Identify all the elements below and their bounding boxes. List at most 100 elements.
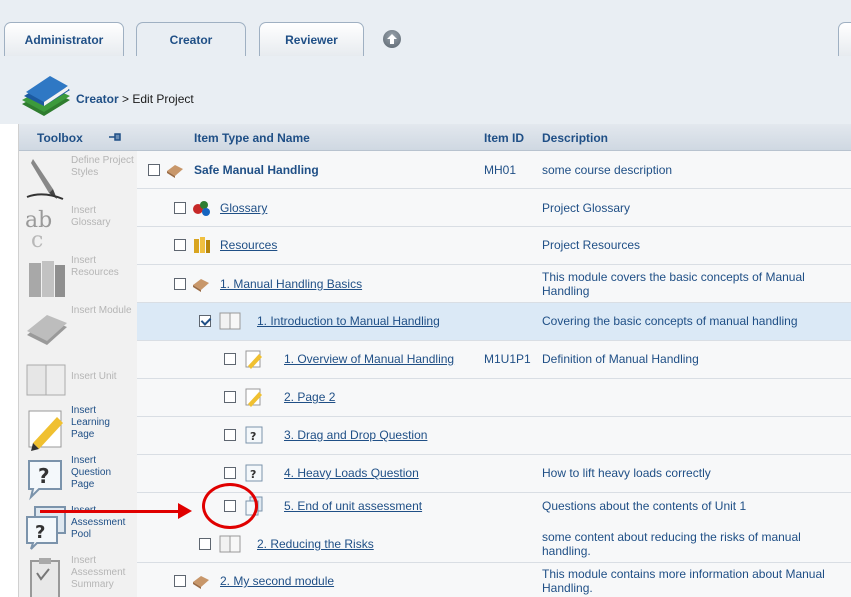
tool-label: Insert Resources [71,255,119,278]
table-row[interactable]: Safe Manual Handling MH01 some course de… [137,151,851,189]
row-checkbox[interactable] [199,315,211,327]
row-checkbox[interactable] [174,278,186,290]
unit-icon [219,312,241,330]
row-description: This module contains more information ab… [542,567,825,595]
tab-extra[interactable] [838,22,851,56]
resources-icon [194,237,210,253]
column-header-id[interactable]: Item ID [484,131,524,145]
row-checkbox[interactable] [148,164,160,176]
tool-label: Insert Glossary [71,205,111,228]
row-checkbox[interactable] [174,239,186,251]
tab-administrator[interactable]: Administrator [4,22,124,56]
table-header: Item Type and Name Item ID Description [137,124,851,151]
up-arrow-icon[interactable] [383,30,401,48]
table-row[interactable]: 2. Page 2 [137,379,851,417]
row-name-link[interactable]: 4. Heavy Loads Question [284,466,419,480]
tab-reviewer[interactable]: Reviewer [259,22,364,56]
breadcrumb-separator: > [118,92,133,106]
tool-label: Define Project Styles [71,155,134,178]
annotation-arrow-head [178,503,192,519]
row-checkbox[interactable] [224,353,236,365]
question-page-icon: ? [245,426,263,444]
tool-label: Insert Question Page [71,455,112,490]
clipboard-icon [30,558,60,597]
books-logo-icon [22,76,70,116]
tool-insert-learning-page[interactable]: Insert Learning Page [19,401,137,451]
row-checkbox[interactable] [174,575,186,587]
open-book-icon [26,364,66,396]
table-row[interactable]: Resources Project Resources [137,227,851,265]
row-name-link[interactable]: 2. My second module [220,574,334,588]
module-icon [193,279,209,292]
table-row[interactable]: 2. Reducing the Risks some content about… [137,525,851,563]
row-checkbox[interactable] [199,538,211,550]
tool-insert-assessment-pool[interactable]: ? Insert Assessment Pool [19,501,137,551]
pen-nib-icon [26,159,64,200]
row-checkbox[interactable] [224,429,236,441]
breadcrumb-section[interactable]: Creator [76,92,119,106]
row-checkbox[interactable] [174,202,186,214]
tool-label: Insert Unit [71,371,117,382]
tool-label: Insert Learning Page [71,405,110,440]
row-name-link[interactable]: Glossary [220,201,267,215]
tool-insert-module: Insert Module [19,301,137,351]
tool-insert-unit: Insert Unit [19,351,137,401]
tool-insert-resources: Insert Resources [19,251,137,301]
row-name-link[interactable]: 3. Drag and Drop Question [284,428,427,442]
row-name-link[interactable]: Safe Manual Handling [194,163,319,177]
tool-label: Insert Assessment Summary [71,555,126,590]
tool-insert-assessment-summary: Insert Assessment Summary [19,551,137,597]
svg-text:?: ? [38,464,50,488]
binders-icon [29,261,65,297]
table-row[interactable]: Glossary Project Glossary [137,189,851,227]
row-description: some course description [542,163,673,177]
table-row[interactable]: 1. Manual Handling Basics This module co… [137,265,851,303]
row-description: Questions about the contents of Unit 1 [542,499,747,513]
page-header [0,56,851,124]
row-id: MH01 [484,163,517,177]
table-row[interactable]: 2. My second module This module contains… [137,563,851,597]
toolbox-header: Toolbox [19,124,137,151]
app-window: Administrator Creator Reviewer Creator >… [0,0,851,597]
svg-text:?: ? [250,468,256,481]
annotation-arrow-line [40,510,182,513]
book-icon [27,315,67,345]
table-row[interactable]: 1. Introduction to Manual Handling Cover… [137,303,851,341]
tool-insert-question-page[interactable]: ? Insert Question Page [19,451,137,501]
pin-icon[interactable] [107,131,123,143]
pencil-page-icon [28,410,63,451]
question-bubble-icon: ? [28,460,62,501]
row-name-link[interactable]: 1. Overview of Manual Handling [284,352,454,366]
row-description: Definition of Manual Handling [542,352,699,366]
row-name-link[interactable]: 2. Reducing the Risks [257,537,374,551]
row-name-link[interactable]: 1. Introduction to Manual Handling [257,314,440,328]
learning-page-icon [245,350,262,369]
row-checkbox[interactable] [224,467,236,479]
tool-label: Insert Module [71,305,132,316]
breadcrumb-page: Edit Project [132,92,194,106]
tool-define-project-styles: Define Project Styles [19,151,137,201]
abc-icon: abc [25,208,52,251]
svg-text:?: ? [35,522,45,543]
row-description: How to lift heavy loads correctly [542,466,711,480]
row-name-link[interactable]: 5. End of unit assessment [284,499,422,513]
toolbox-title: Toolbox [37,131,83,145]
toolbox-panel: Toolbox Define Project Styles ab c Insert… [18,124,138,597]
tab-creator[interactable]: Creator [136,22,246,58]
row-name-link[interactable]: 2. Page 2 [284,390,335,404]
row-description: Project Glossary [542,201,631,215]
column-header-description[interactable]: Description [542,131,608,145]
row-description: Project Resources [542,238,641,252]
table-row[interactable]: ? 3. Drag and Drop Question [137,417,851,455]
svg-text:?: ? [250,430,256,443]
column-header-name[interactable]: Item Type and Name [194,131,310,145]
row-name-link[interactable]: Resources [220,238,277,252]
table-row[interactable]: 1. Overview of Manual Handling M1U1P1 De… [137,341,851,379]
glossary-icon [193,201,210,216]
question-page-icon: ? [245,464,263,482]
row-description: This module covers the basic concepts of… [542,270,805,298]
row-checkbox[interactable] [224,391,236,403]
row-id: M1U1P1 [484,352,531,366]
breadcrumb: Creator > Edit Project [76,92,194,106]
row-name-link[interactable]: 1. Manual Handling Basics [220,277,362,291]
